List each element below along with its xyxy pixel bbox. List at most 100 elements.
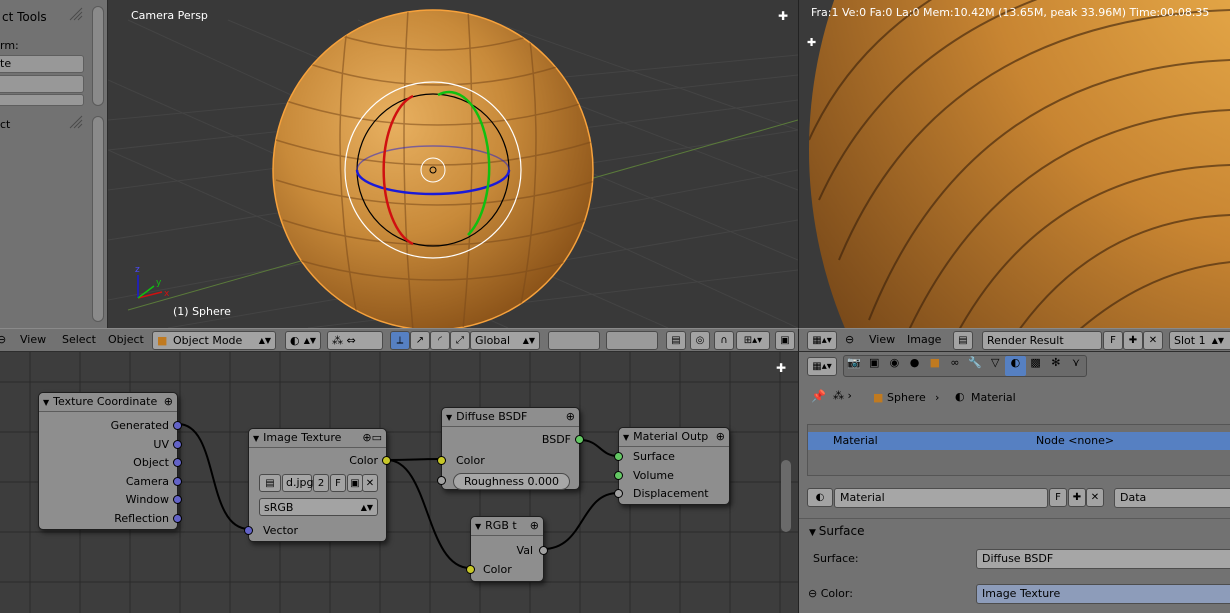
menu-toggle[interactable]: ⊖ xyxy=(0,329,6,351)
socket[interactable] xyxy=(382,456,391,465)
image-name-field[interactable]: d.jpg xyxy=(282,474,314,492)
image-browse-icon[interactable]: ▤ xyxy=(259,474,281,492)
lock-icon[interactable]: ▤ xyxy=(666,331,686,350)
object-tab-icon[interactable]: ■ xyxy=(925,356,945,376)
particles-tab-icon[interactable]: ✻ xyxy=(1046,356,1066,376)
diffuse-bsdf-node[interactable]: ▼ Diffuse BSDF ⊕ BSDF Color Roughness 0.00… xyxy=(437,407,584,490)
fake-user-button[interactable]: F xyxy=(1049,488,1067,507)
node-header[interactable]: ▼ Image Texture ⊕▭ xyxy=(249,429,386,448)
socket[interactable] xyxy=(614,452,623,461)
snap-icon[interactable]: ∩ xyxy=(714,331,734,350)
tool-scrollbar[interactable] xyxy=(92,6,104,106)
new-image-icon[interactable]: ✚ xyxy=(1123,331,1143,350)
socket[interactable] xyxy=(173,440,182,449)
manipulator-toggle[interactable]: ⟂ xyxy=(390,331,410,350)
socket[interactable] xyxy=(173,477,182,486)
material-tab-icon[interactable]: ◐ xyxy=(1005,356,1026,376)
socket[interactable] xyxy=(614,471,623,480)
texture-coordinate-node[interactable]: ▼ Texture Coordinate ⊕ Generated UV Object… xyxy=(38,392,182,530)
unlink-icon[interactable]: ✕ xyxy=(1143,331,1163,350)
view-menu[interactable]: View xyxy=(869,329,895,351)
node-scrollbar[interactable] xyxy=(781,460,791,532)
socket[interactable] xyxy=(244,526,253,535)
node-header[interactable]: ▼ RGB t ⊕ xyxy=(471,517,543,536)
panel-grip-icon[interactable] xyxy=(68,114,86,132)
image-menu[interactable]: Image xyxy=(907,329,941,351)
link-dropdown[interactable]: Data xyxy=(1114,488,1230,508)
unlink-icon[interactable]: ✕ xyxy=(362,474,378,492)
expand-icon[interactable]: ✚ xyxy=(776,361,786,375)
physics-tab-icon[interactable]: ⋎ xyxy=(1066,356,1086,376)
node-header[interactable]: ▼ Material Outp ⊕ xyxy=(619,428,729,447)
editor-type-dropdown[interactable]: ▦▴▾ xyxy=(807,357,837,376)
panel-grip-icon[interactable] xyxy=(68,6,86,24)
tool-button[interactable]: te xyxy=(0,55,84,73)
rotate-icon[interactable]: ◜ xyxy=(430,331,450,350)
image-browse-icon[interactable]: ▤ xyxy=(953,331,973,350)
world-tab-icon[interactable]: ● xyxy=(905,356,925,376)
layers-grid-2[interactable] xyxy=(606,331,658,350)
socket[interactable] xyxy=(539,546,548,555)
rgb-to-bw-node[interactable]: ▼ RGB t ⊕ Val Color xyxy=(466,516,548,582)
color-input-field[interactable]: Image Texture xyxy=(976,584,1230,604)
scale-icon[interactable]: ⤢ xyxy=(450,331,470,350)
material-output-node[interactable]: ▼ Material Outp ⊕ Surface Volume Displacem… xyxy=(614,427,730,505)
modifiers-tab-icon[interactable]: 🔧 xyxy=(965,356,985,376)
surface-panel-header[interactable]: ▼ Surface xyxy=(809,524,865,538)
editor-type-dropdown[interactable]: ▦▴▾ xyxy=(807,331,837,350)
tool-scrollbar-2[interactable] xyxy=(92,116,104,322)
slot-dropdown[interactable]: Slot 1 ▲▼ xyxy=(1169,331,1230,350)
roughness-field[interactable]: Roughness 0.000 xyxy=(453,473,570,490)
socket[interactable] xyxy=(575,435,584,444)
material-slot-row[interactable]: Material Node <none> xyxy=(808,432,1230,450)
socket[interactable] xyxy=(437,476,446,485)
users-count[interactable]: 2 xyxy=(313,474,329,492)
menu-toggle[interactable]: ⊖ xyxy=(845,329,854,351)
colorspace-dropdown[interactable]: sRGB ▲▼ xyxy=(259,498,378,516)
image-name-field[interactable]: Render Result xyxy=(982,331,1102,350)
shading-dropdown[interactable]: ◐ ▲▼ xyxy=(285,331,321,350)
constraints-tab-icon[interactable]: ∞ xyxy=(945,356,965,376)
socket[interactable] xyxy=(466,565,475,574)
surface-shader-field[interactable]: Diffuse BSDF xyxy=(976,549,1230,569)
proportional-icon[interactable]: ◎ xyxy=(690,331,710,350)
material-browse-icon[interactable]: ◐ xyxy=(807,488,833,507)
viewport-canvas[interactable]: x z y xyxy=(108,0,798,328)
socket[interactable] xyxy=(173,421,182,430)
tool-button-3[interactable] xyxy=(0,94,84,106)
scene-tab-icon[interactable]: ◉ xyxy=(884,356,904,376)
image-texture-node[interactable]: ▼ Image Texture ⊕▭ Color ▤ d.jpg 2 F ▣ ✕ s… xyxy=(244,428,391,542)
node-header[interactable]: ▼ Texture Coordinate ⊕ xyxy=(39,393,177,412)
orientation-dropdown[interactable]: Global ▲▼ xyxy=(470,331,540,350)
select-menu[interactable]: Select xyxy=(62,329,96,351)
expand-icon[interactable]: ✚ xyxy=(778,9,788,23)
render-view[interactable]: Fra:1 Ve:0 Fa:0 La:0 Mem:10.42M (13.65M,… xyxy=(798,0,1230,328)
socket[interactable] xyxy=(173,458,182,467)
mode-dropdown[interactable]: ■ Object Mode ▲▼ xyxy=(152,331,276,350)
tool-button-2[interactable] xyxy=(0,75,84,93)
unlink-icon[interactable]: ✕ xyxy=(1086,488,1104,507)
pivot-dropdown[interactable]: ⁂ ⇔ xyxy=(327,331,383,350)
open-file-icon[interactable]: ▣ xyxy=(347,474,363,492)
expand-icon[interactable]: ✚ xyxy=(807,36,816,49)
node-header[interactable]: ▼ Diffuse BSDF ⊕ xyxy=(442,408,579,427)
socket[interactable] xyxy=(173,495,182,504)
render-opengl-icon[interactable]: ▣ xyxy=(775,331,795,350)
material-name-field[interactable]: Material xyxy=(834,488,1048,508)
view-menu[interactable]: View xyxy=(20,329,46,351)
texture-tab-icon[interactable]: ▩ xyxy=(1026,356,1046,376)
material-slot-list[interactable]: Material Node <none> xyxy=(807,424,1230,476)
node-editor[interactable]: ✚ ▼ Texture Coordinate ⊕ Generated UV Obje… xyxy=(0,352,798,613)
pin-icon[interactable]: 📌 xyxy=(811,389,826,403)
fake-user-button[interactable]: F xyxy=(1103,331,1123,350)
data-tab-icon[interactable]: ▽ xyxy=(985,356,1005,376)
translate-icon[interactable]: ↗ xyxy=(410,331,430,350)
socket[interactable] xyxy=(437,456,446,465)
snap-element-dropdown[interactable]: ⊞▴▾ xyxy=(736,331,770,350)
render-tab-icon[interactable]: 📷 xyxy=(844,356,864,376)
layers-grid-1[interactable] xyxy=(548,331,600,350)
socket[interactable] xyxy=(614,489,623,498)
object-menu[interactable]: Object xyxy=(108,329,144,351)
new-material-icon[interactable]: ✚ xyxy=(1068,488,1086,507)
layers-tab-icon[interactable]: ▣ xyxy=(864,356,884,376)
